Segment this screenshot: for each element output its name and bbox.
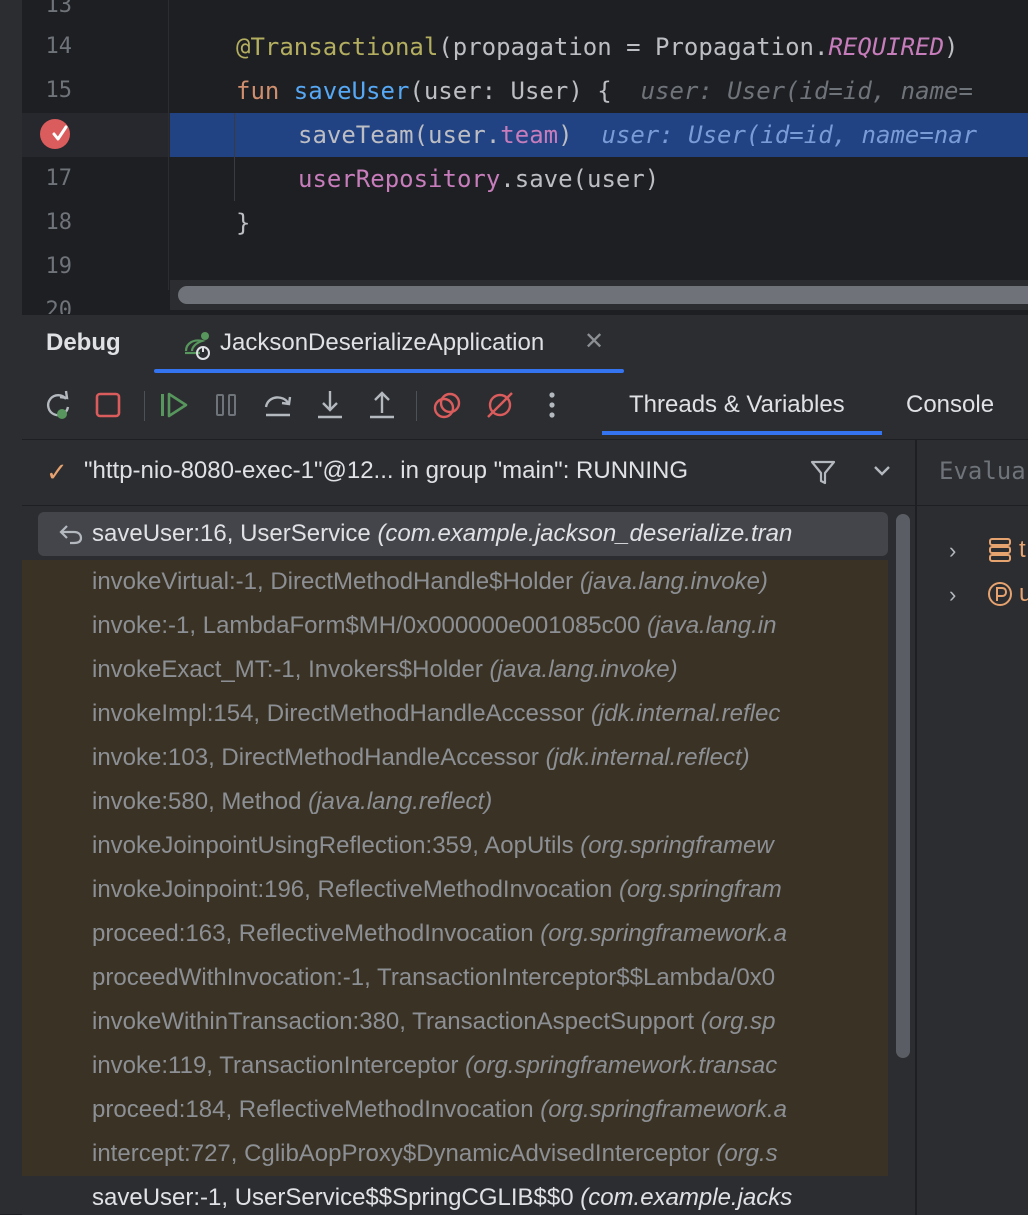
variable-row[interactable]: › t — [917, 528, 1028, 572]
indent-guide — [234, 113, 235, 201]
horizontal-scrollbar[interactable] — [178, 286, 1028, 304]
code-line-15: fun saveUser(user: User) { user: User(id… — [236, 77, 973, 105]
chevron-right-icon[interactable]: › — [949, 538, 956, 564]
line-number: 18 — [45, 210, 73, 235]
code-line-17: userRepository.save(user) — [298, 165, 660, 193]
stack-frame[interactable]: invokeExact_MT:-1, Invokers$Holder (java… — [22, 648, 888, 692]
session-name: JacksonDeserializeApplication — [220, 329, 545, 356]
variable-name: t — [1019, 536, 1026, 563]
line-number: 19 — [45, 254, 73, 279]
variable-name: u — [1019, 580, 1028, 607]
code-line-14: @Transactional(propagation = Propagation… — [236, 33, 959, 61]
pause-icon[interactable] — [208, 387, 244, 423]
stack-frame[interactable]: invokeWithinTransaction:380, Transaction… — [22, 1000, 888, 1044]
chevron-down-icon[interactable] — [868, 457, 896, 485]
field-stack-icon — [989, 538, 1011, 562]
parameter-icon — [988, 582, 1012, 606]
debug-header: Debug JacksonDeserializeApplication ✕ — [22, 315, 1028, 373]
active-tab-underline — [602, 431, 882, 435]
stop-icon[interactable] — [90, 387, 126, 423]
step-into-icon[interactable] — [312, 387, 348, 423]
stack-frame[interactable]: invokeJoinpoint:196, ReflectiveMethodInv… — [22, 868, 888, 912]
more-options-icon[interactable] — [534, 387, 570, 423]
toolbar-separator — [144, 391, 145, 421]
stack-frame-selected[interactable]: saveUser:16, UserService (com.example.ja… — [38, 512, 888, 556]
stack-frame[interactable]: invoke:103, DirectMethodHandleAccessor (… — [22, 736, 888, 780]
spring-boot-run-icon — [184, 332, 210, 360]
debug-toolbar: Threads & Variables Console — [22, 373, 1028, 440]
stack-frame[interactable]: invoke:119, TransactionInterceptor (org.… — [22, 1044, 888, 1088]
variables-pane: Evalua › t › u — [917, 439, 1028, 1215]
stack-frame[interactable]: invoke:580, Method (java.lang.reflect) — [22, 780, 888, 824]
debug-tool-window: Debug JacksonDeserializeApplication ✕ Th… — [22, 314, 1028, 1215]
variable-row[interactable]: › u — [917, 572, 1028, 616]
line-number: 14 — [45, 34, 73, 59]
return-arrow-icon — [59, 525, 83, 545]
divider — [917, 505, 1028, 506]
debug-session-tab[interactable]: JacksonDeserializeApplication ✕ — [154, 315, 624, 373]
thread-label: "http-nio-8080-exec-1"@12... in group "m… — [84, 457, 689, 484]
left-tool-strip — [0, 0, 22, 1214]
line-number: 13 — [45, 0, 73, 18]
code-line-16: saveTeam(user.team) user: User(id=id, na… — [298, 121, 978, 149]
rerun-icon[interactable] — [40, 387, 76, 423]
stack-frame[interactable]: proceed:163, ReflectiveMethodInvocation … — [22, 912, 888, 956]
stack-frame[interactable]: invoke:-1, LambdaForm$MH/0x000000e001085… — [22, 604, 888, 648]
mute-breakpoints-icon[interactable] — [482, 387, 518, 423]
step-over-icon[interactable] — [260, 387, 296, 423]
evaluate-expression-input[interactable]: Evalua — [939, 457, 1026, 485]
stack-frame[interactable]: invokeJoinpointUsingReflection:359, AopU… — [22, 824, 888, 868]
step-out-icon[interactable] — [364, 387, 400, 423]
resume-icon[interactable] — [156, 387, 192, 423]
stack-frame[interactable]: invokeVirtual:-1, DirectMethodHandle$Hol… — [22, 560, 888, 604]
close-icon[interactable]: ✕ — [584, 327, 604, 356]
stack-frame[interactable]: saveUser:-1, UserService$$SpringCGLIB$$0… — [22, 1176, 888, 1215]
vertical-scrollbar[interactable] — [896, 514, 910, 1058]
line-number: 17 — [45, 166, 73, 191]
tab-threads-variables[interactable]: Threads & Variables — [629, 391, 845, 419]
checkmark-icon: ✓ — [46, 457, 68, 487]
code-editor[interactable]: 13 14 15 17 18 19 20 @Transactional(prop… — [0, 0, 1028, 314]
inline-value-hint: user: User(id=id, name=nar — [601, 121, 978, 149]
stack-frame[interactable]: proceed:184, ReflectiveMethodInvocation … — [22, 1088, 888, 1132]
inline-value-hint: user: User(id=id, name= — [640, 77, 973, 105]
line-number: 20 — [45, 298, 73, 314]
gutter-divider — [168, 0, 169, 290]
toolbar-separator — [416, 391, 417, 421]
line-number: 15 — [45, 78, 73, 103]
debug-title: Debug — [46, 329, 121, 356]
frames-pane: ✓ "http-nio-8080-exec-1"@12... in group … — [22, 439, 915, 1215]
stack-frame[interactable]: proceedWithInvocation:-1, TransactionInt… — [22, 956, 888, 1000]
breakpoint-icon[interactable] — [40, 119, 70, 149]
tab-console[interactable]: Console — [906, 391, 994, 419]
stack-frame[interactable]: invokeImpl:154, DirectMethodHandleAccess… — [22, 692, 888, 736]
stack-frames-list: saveUser:16, UserService (com.example.ja… — [22, 506, 888, 1215]
filter-icon[interactable] — [808, 457, 838, 487]
chevron-right-icon[interactable]: › — [949, 582, 956, 608]
view-breakpoints-icon[interactable] — [430, 387, 466, 423]
code-line-18: } — [236, 209, 251, 237]
stack-frame[interactable]: intercept:727, CglibAopProxy$DynamicAdvi… — [22, 1132, 888, 1176]
thread-selector[interactable]: ✓ "http-nio-8080-exec-1"@12... in group … — [22, 439, 915, 506]
